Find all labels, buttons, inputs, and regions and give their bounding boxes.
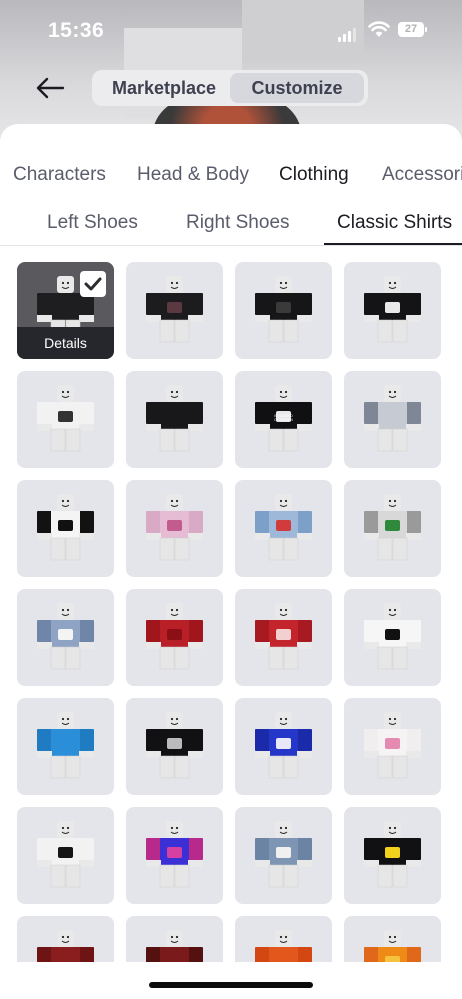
avatar-figure xyxy=(364,712,421,779)
avatar-figure xyxy=(37,821,94,888)
shirt-item[interactable] xyxy=(235,916,332,962)
tab-right-shoes[interactable]: Right Shoes xyxy=(186,212,290,234)
shirt-item[interactable] xyxy=(235,698,332,795)
avatar-figure xyxy=(364,494,421,561)
avatar-figure xyxy=(146,712,203,779)
tab-classic-shirts[interactable]: Classic Shirts xyxy=(337,212,452,234)
shirt-item[interactable] xyxy=(344,262,441,359)
avatar-figure xyxy=(364,276,421,343)
shirt-item[interactable] xyxy=(17,480,114,577)
status-bar: 15:36 27 xyxy=(0,0,462,60)
shirt-item[interactable] xyxy=(344,371,441,468)
shirt-item[interactable] xyxy=(126,262,223,359)
shirt-item[interactable] xyxy=(235,480,332,577)
shirt-item[interactable] xyxy=(344,807,441,904)
shirt-item[interactable] xyxy=(126,589,223,686)
avatar-figure xyxy=(255,494,312,561)
category-tabs: Characters Head & Body Clothing Accessor… xyxy=(0,164,462,190)
shirt-item[interactable] xyxy=(126,807,223,904)
avatar-figure: IM SCAREDOF WOMEN xyxy=(255,385,312,452)
customize-tab[interactable]: Customize xyxy=(230,73,364,103)
shirt-item[interactable] xyxy=(235,589,332,686)
shirt-item[interactable] xyxy=(344,698,441,795)
shirt-item[interactable] xyxy=(126,698,223,795)
shirt-item[interactable] xyxy=(235,807,332,904)
avatar-figure xyxy=(37,930,94,962)
shirt-item[interactable] xyxy=(126,916,223,962)
marketplace-customize-toggle: Marketplace Customize xyxy=(92,70,368,106)
shirt-item[interactable] xyxy=(17,371,114,468)
shirt-item[interactable] xyxy=(235,262,332,359)
avatar-figure xyxy=(146,930,203,962)
avatar-figure xyxy=(364,603,421,670)
wifi-icon xyxy=(368,21,390,37)
avatar-figure xyxy=(255,821,312,888)
avatar-figure xyxy=(364,930,421,962)
shirt-item[interactable] xyxy=(344,480,441,577)
subcategory-tabs: Left Shoes Right Shoes Classic Shirts xyxy=(0,210,462,246)
avatar-figure xyxy=(255,712,312,779)
tab-accessories[interactable]: Accessories xyxy=(382,164,462,186)
shirt-item[interactable] xyxy=(17,589,114,686)
home-indicator[interactable] xyxy=(149,982,313,988)
shirt-item[interactable]: IM SCARED OF WOMEN xyxy=(235,371,332,468)
shirt-item[interactable] xyxy=(17,916,114,962)
tab-clothing[interactable]: Clothing xyxy=(279,164,349,186)
shirt-grid: Details IM SCARED OF WOMEN xyxy=(0,262,462,962)
marketplace-tab[interactable]: Marketplace xyxy=(98,73,230,103)
shirt-item[interactable] xyxy=(17,698,114,795)
avatar-figure xyxy=(37,603,94,670)
avatar-figure xyxy=(37,712,94,779)
cellular-signal-icon xyxy=(338,24,358,42)
tab-characters[interactable]: Characters xyxy=(13,164,106,186)
back-arrow-icon[interactable] xyxy=(34,74,66,102)
shirt-item[interactable] xyxy=(126,371,223,468)
svg-text:OF WOMEN: OF WOMEN xyxy=(274,418,293,422)
avatar-figure xyxy=(37,385,94,452)
avatar-figure xyxy=(146,385,203,452)
status-time: 15:36 xyxy=(48,19,105,42)
avatar-figure xyxy=(255,930,312,962)
avatar-figure xyxy=(146,276,203,343)
battery-icon: 27 xyxy=(398,22,427,37)
avatar-figure xyxy=(146,494,203,561)
shirt-item[interactable] xyxy=(17,807,114,904)
avatar-figure xyxy=(146,821,203,888)
tab-head-body[interactable]: Head & Body xyxy=(137,164,249,186)
shirt-item[interactable] xyxy=(126,480,223,577)
avatar-figure xyxy=(364,385,421,452)
details-button[interactable]: Details xyxy=(17,327,114,359)
shirt-item[interactable]: Details xyxy=(17,262,114,359)
selected-check-icon xyxy=(80,271,106,297)
avatar-figure xyxy=(364,821,421,888)
avatar-figure xyxy=(255,276,312,343)
tab-left-shoes[interactable]: Left Shoes xyxy=(47,212,138,234)
shirt-item[interactable] xyxy=(344,589,441,686)
avatar-figure xyxy=(255,603,312,670)
avatar-figure xyxy=(37,494,94,561)
shirt-item[interactable] xyxy=(344,916,441,962)
tab-divider xyxy=(0,245,462,246)
avatar-figure xyxy=(146,603,203,670)
